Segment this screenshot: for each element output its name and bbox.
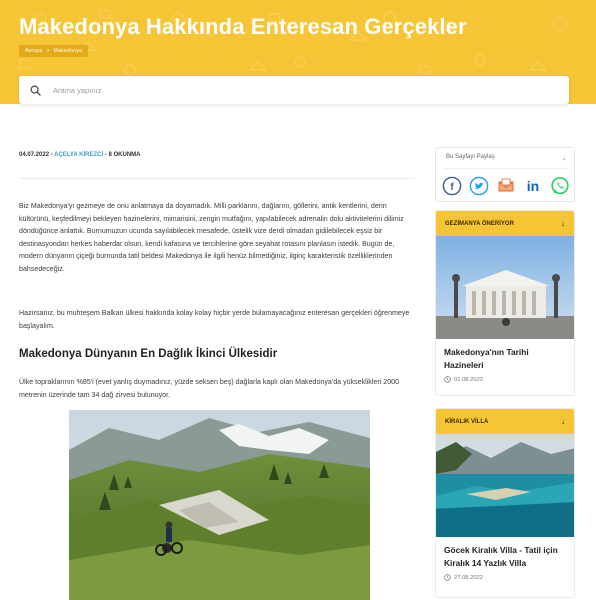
divider xyxy=(19,178,415,179)
page-title: Makedonya Hakkında Enteresan Gerçekler xyxy=(19,14,467,39)
share-title: Bu Sayfayı Paylaş xyxy=(446,154,495,160)
facebook-icon[interactable]: f xyxy=(442,176,462,196)
breadcrumb-item-macedonia[interactable]: Makedonya xyxy=(54,48,82,54)
article-image xyxy=(69,410,370,600)
linkedin-icon[interactable]: in xyxy=(523,176,543,196)
chevron-down-icon[interactable]: ↓ xyxy=(561,219,565,228)
chevron-down-icon[interactable]: ↓ xyxy=(561,417,565,426)
article-paragraph: Biz Makedonya'yı gezmeye de onu anlatmay… xyxy=(19,202,404,273)
chevron-down-icon[interactable]: ↓ xyxy=(562,153,566,162)
card-header: KİRALIK VİLLA ↓ xyxy=(436,409,574,434)
card-date-value: 27.08.2022 xyxy=(454,574,484,581)
divider xyxy=(444,168,568,169)
article-heading: Makedonya Dünyanın En Dağlık İkinci Ülke… xyxy=(19,348,278,360)
article-read-count: 8 OKUNMA xyxy=(108,152,141,158)
email-icon[interactable] xyxy=(496,176,516,196)
article-date: 04.07.2022 xyxy=(19,152,50,158)
card-header: GEZİMANYA ÖNERİYOR ↓ xyxy=(436,211,574,236)
breadcrumb: Avrupa > Makedonya xyxy=(19,45,88,57)
article-paragraph: Hazırsanız, bu muhteşem Balkan ülkesi ha… xyxy=(19,309,410,330)
card-title[interactable]: Makedonya'nın Tarihi Hazineleri xyxy=(436,339,574,372)
villa-card[interactable]: KİRALIK VİLLA ↓ Göcek Kiralık Villa - Ta… xyxy=(435,408,575,598)
article-meta: 04.07.2022 - AÇELYA KİREZCİ - 8 OKUNMA xyxy=(19,152,141,158)
clock-icon xyxy=(444,376,451,383)
article-author[interactable]: AÇELYA KİREZCİ xyxy=(54,152,103,158)
whatsapp-icon[interactable] xyxy=(550,176,570,196)
card-header-label: KİRALIK VİLLA xyxy=(445,418,489,425)
recommendation-card[interactable]: GEZİMANYA ÖNERİYOR ↓ Makedonya'nın Tarih… xyxy=(435,210,575,396)
card-title[interactable]: Göcek Kiralık Villa - Tatil için Kiralık… xyxy=(436,537,574,570)
share-box: Bu Sayfayı Paylaş ↓ f in xyxy=(435,147,575,202)
share-icons: f in xyxy=(442,176,570,196)
search-input[interactable] xyxy=(53,85,513,95)
search-bar xyxy=(19,76,569,104)
card-date: 27.08.2022 xyxy=(436,570,574,581)
clock-icon xyxy=(444,574,451,581)
breadcrumb-item-europe[interactable]: Avrupa xyxy=(25,48,42,54)
breadcrumb-separator: > xyxy=(46,48,50,54)
svg-text:in: in xyxy=(527,178,539,194)
twitter-icon[interactable] xyxy=(469,176,489,196)
card-date-value: 01.08.2022 xyxy=(454,376,484,383)
card-header-label: GEZİMANYA ÖNERİYOR xyxy=(445,220,514,227)
card-date: 01.08.2022 xyxy=(436,372,574,383)
svg-text:f: f xyxy=(450,182,454,193)
search-icon[interactable] xyxy=(29,84,41,96)
article-paragraph: Ülke topraklarının %85'i (evet yanlış du… xyxy=(19,378,400,399)
card-image[interactable] xyxy=(436,236,574,339)
card-image[interactable] xyxy=(436,434,574,537)
